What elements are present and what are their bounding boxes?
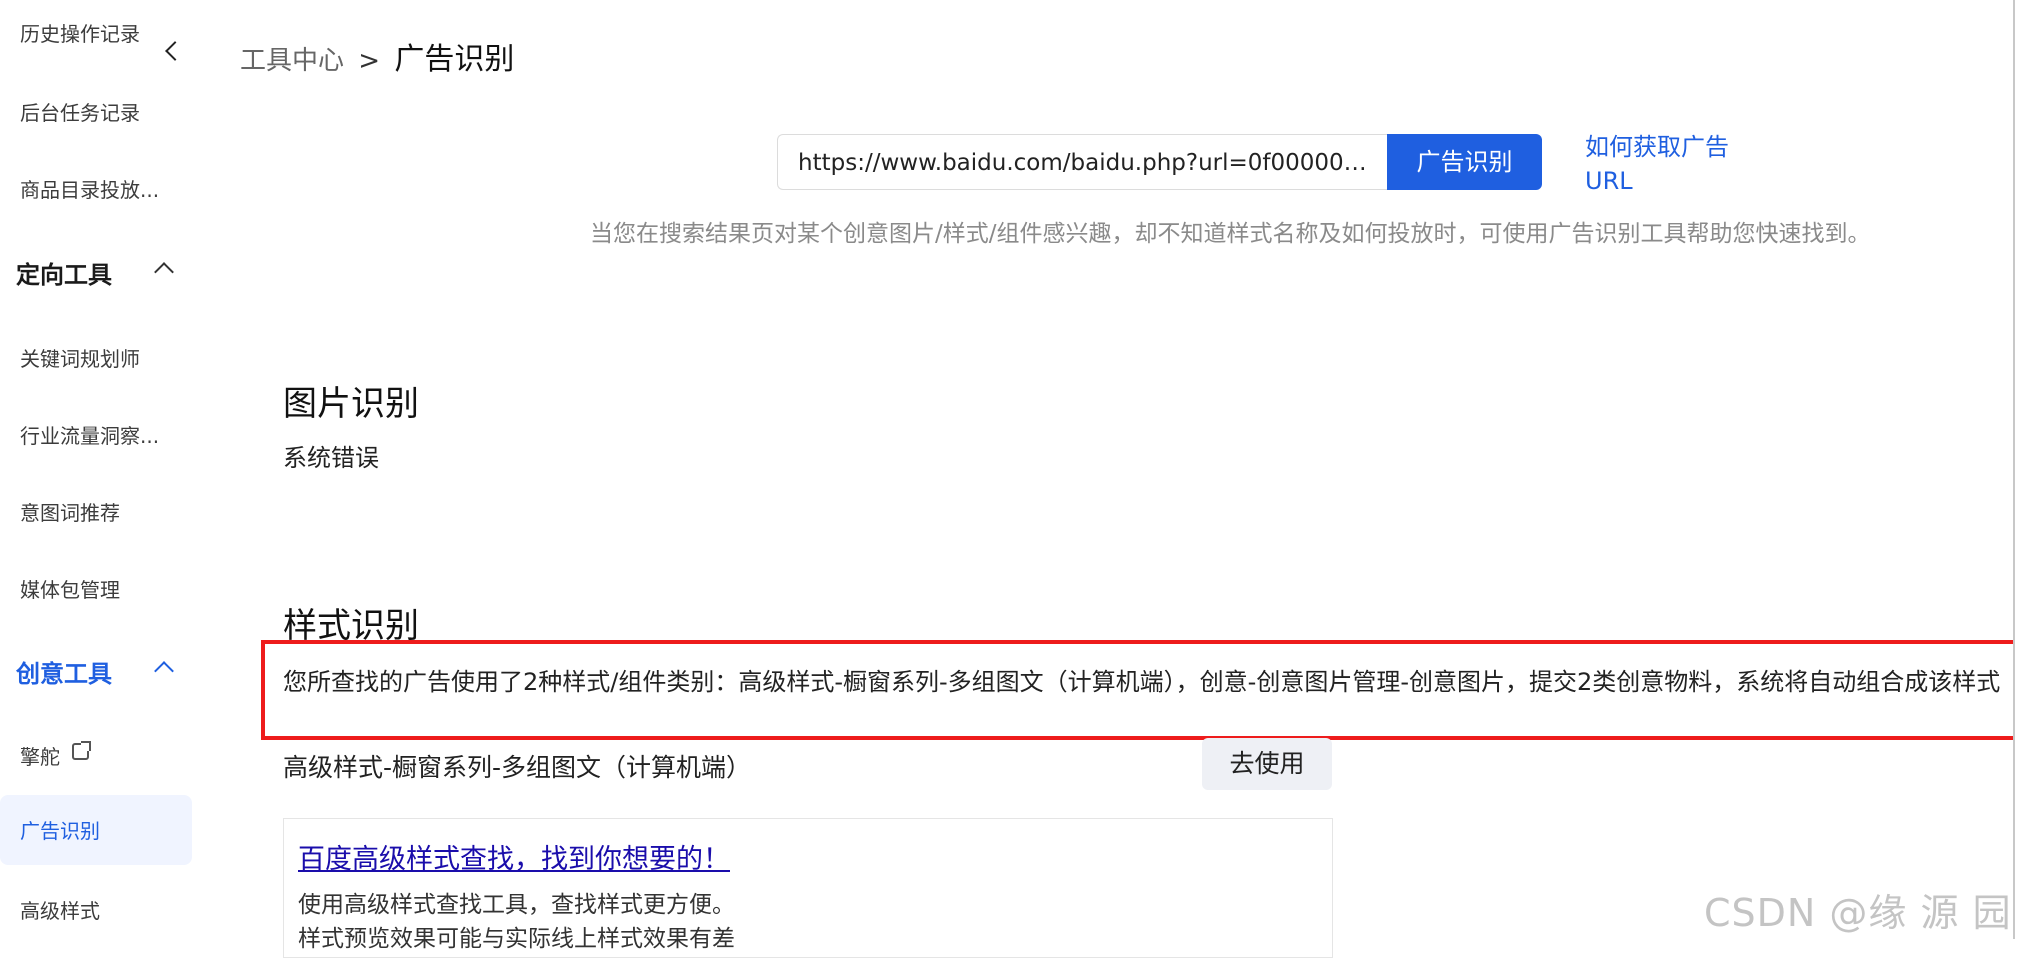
external-link-icon	[72, 741, 91, 760]
sidebar-group-targeting[interactable]: 定向工具	[16, 255, 112, 290]
sidebar-item-advanced-styles[interactable]: 高级样式	[20, 895, 100, 924]
ad-url-input[interactable]: https://www.baidu.com/baidu.php?url=0f00…	[777, 134, 1388, 190]
preview-ad-link[interactable]: 百度高级样式查找，找到你想要的！	[298, 837, 730, 876]
sidebar-item-history[interactable]: 历史操作记录	[20, 18, 140, 47]
sidebar-item-ad-recognition[interactable]: 广告识别	[0, 795, 192, 865]
image-recognition-title: 图片识别	[283, 384, 419, 424]
recognize-button[interactable]: 广告识别	[1387, 134, 1542, 190]
sidebar: 历史操作记录 后台任务记录 商品目录投放... 定向工具 关键词规划师 行业流量…	[0, 0, 200, 939]
style-name: 高级样式-橱窗系列-多组图文（计算机端）	[283, 753, 752, 782]
breadcrumb-parent[interactable]: 工具中心	[240, 46, 344, 76]
style-preview-card: 百度高级样式查找，找到你想要的！ 使用高级样式查找工具，查找样式更方便。 样式预…	[283, 818, 1333, 958]
collapse-sidebar-icon[interactable]	[165, 41, 185, 61]
preview-line: 样式预览效果可能与实际线上样式效果有差	[298, 926, 735, 952]
image-recognition-status: 系统错误	[283, 444, 379, 472]
sidebar-item-media-pack[interactable]: 媒体包管理	[20, 574, 120, 603]
sidebar-item-background-tasks[interactable]: 后台任务记录	[20, 97, 140, 126]
use-style-button[interactable]: 去使用	[1202, 738, 1332, 790]
style-recognition-result: 您所查找的广告使用了2种样式/组件类别：高级样式-橱窗系列-多组图文（计算机端）…	[283, 668, 2001, 696]
breadcrumb-separator: >	[358, 46, 381, 76]
watermark: CSDN @缘 源 园	[1704, 891, 2012, 935]
breadcrumb: 工具中心 > 广告识别	[240, 34, 514, 78]
sidebar-group-creative[interactable]: 创意工具	[16, 654, 112, 689]
sidebar-item-label: 广告识别	[20, 819, 100, 843]
how-to-get-url-link[interactable]: 如何获取广告URL	[1585, 130, 1755, 198]
page-title: 广告识别	[394, 42, 515, 77]
chevron-up-icon[interactable]	[154, 661, 174, 681]
sidebar-item-catalog[interactable]: 商品目录投放...	[20, 174, 159, 203]
sidebar-item-keyword-planner[interactable]: 关键词规划师	[20, 343, 140, 372]
chevron-up-icon[interactable]	[154, 262, 174, 282]
tool-description: 当您在搜索结果页对某个创意图片/样式/组件感兴趣，却不知道样式名称及如何投放时，…	[590, 221, 1871, 247]
sidebar-item-qingduo[interactable]: 擎舵	[20, 741, 60, 770]
sidebar-item-industry-insight[interactable]: 行业流量洞察...	[20, 420, 159, 449]
scrollbar[interactable]	[2013, 0, 2022, 939]
preview-line: 使用高级样式查找工具，查找样式更方便。	[298, 892, 735, 918]
sidebar-item-intent-words[interactable]: 意图词推荐	[20, 497, 120, 526]
